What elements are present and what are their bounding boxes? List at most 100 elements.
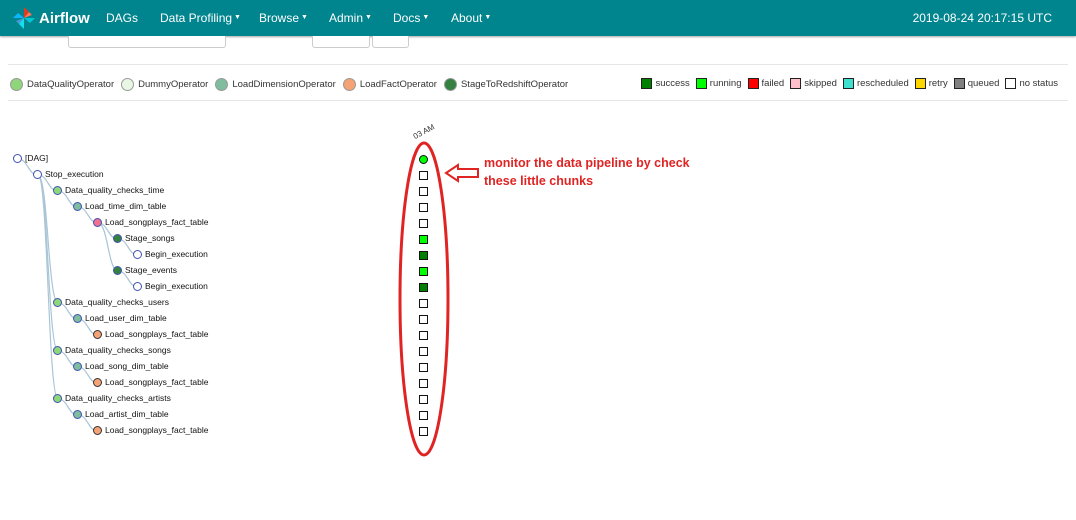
- task-node-label: Load_songplays_fact_table: [105, 217, 209, 227]
- task-node-circle[interactable]: [133, 281, 142, 291]
- task-node-label: Data_quality_checks_time: [65, 185, 165, 195]
- tree-node[interactable]: Stage_events: [113, 265, 177, 275]
- task-node-label: Data_quality_checks_songs: [65, 345, 171, 355]
- task-node-circle[interactable]: [93, 217, 102, 227]
- task-node-label: Load_user_dim_table: [85, 313, 167, 323]
- tree-node[interactable]: Load_songplays_fact_table: [93, 217, 209, 227]
- task-node-circle[interactable]: [53, 297, 62, 307]
- tree-node[interactable]: Data_quality_checks_songs: [53, 345, 171, 355]
- status-legend-label: success: [655, 78, 690, 89]
- task-instance-cell[interactable]: [419, 427, 428, 436]
- task-instance-cell[interactable]: [419, 363, 428, 372]
- task-instance-cell[interactable]: [419, 395, 428, 404]
- task-node-circle[interactable]: [13, 153, 22, 163]
- task-instance-cell[interactable]: [419, 187, 428, 196]
- task-node-label: Data_quality_checks_artists: [65, 393, 171, 403]
- task-node-circle[interactable]: [113, 233, 122, 243]
- status-legend: success running failed skipped rescheduled re…: [635, 78, 1058, 89]
- run-date-label[interactable]: 03 AM: [412, 122, 436, 141]
- tree-node[interactable]: Load_songplays_fact_table: [93, 329, 209, 339]
- operator-legend-label: StageToRedshiftOperator: [460, 79, 569, 90]
- task-node-label: Load_time_dim_table: [85, 201, 167, 211]
- task-instance-cell[interactable]: [419, 267, 428, 276]
- task-node-label: Stop_execution: [45, 169, 104, 179]
- task-node-circle[interactable]: [113, 265, 122, 275]
- task-instance-cell[interactable]: [419, 251, 428, 260]
- task-node-label: Load_songplays_fact_table: [105, 377, 209, 387]
- task-node-label: Stage_events: [125, 265, 177, 275]
- task-instance-cell[interactable]: [419, 219, 428, 228]
- tree-links: [17, 158, 139, 432]
- tree-node[interactable]: Begin_execution: [133, 249, 208, 259]
- utc-clock: 2019-08-24 20:17:15 UTC: [912, 11, 1052, 25]
- tree-node[interactable]: Load_user_dim_table: [73, 313, 167, 323]
- task-node-circle[interactable]: [73, 361, 82, 371]
- task-node-circle[interactable]: [73, 409, 82, 419]
- task-instance-cell[interactable]: [419, 235, 428, 244]
- task-node-circle[interactable]: [73, 201, 82, 211]
- nav-item-about[interactable]: About ▼: [451, 0, 491, 36]
- tree-node[interactable]: Load_song_dim_table: [73, 361, 169, 371]
- task-node-label: [DAG]: [25, 153, 49, 163]
- tree-node[interactable]: Data_quality_checks_artists: [53, 393, 171, 403]
- status-legend-item: queued: [953, 78, 1000, 89]
- operator-legend-item: StageToRedshiftOperator: [443, 78, 569, 91]
- tree-node[interactable]: Stage_songs: [113, 233, 175, 243]
- tree-node[interactable]: Load_songplays_fact_table: [93, 425, 209, 435]
- tree-node[interactable]: [DAG]: [13, 153, 48, 163]
- status-legend-label: no status: [1019, 78, 1058, 89]
- status-legend-label: failed: [761, 78, 785, 89]
- status-color-square: [1005, 78, 1017, 89]
- task-tree: [DAG] Stop_execution Data_quality_checks_t…: [0, 0, 400, 520]
- task-node-circle[interactable]: [53, 345, 62, 355]
- task-node-circle[interactable]: [93, 329, 102, 339]
- task-instance-cell[interactable]: [419, 347, 428, 356]
- status-color-square: [790, 78, 802, 89]
- task-instance-cell[interactable]: [419, 299, 428, 308]
- status-legend-item: no status: [1005, 78, 1058, 89]
- task-node-label: Stage_songs: [125, 233, 175, 243]
- caret-down-icon: ▼: [484, 13, 492, 21]
- task-node-circle[interactable]: [33, 169, 42, 179]
- tree-node[interactable]: Stop_execution: [33, 169, 104, 179]
- task-node-label: Load_songplays_fact_table: [105, 425, 209, 435]
- status-color-square: [914, 78, 926, 89]
- status-legend-label: running: [709, 78, 742, 89]
- arrow-left-icon: [444, 163, 479, 183]
- task-node-circle[interactable]: [53, 393, 62, 403]
- tree-node[interactable]: Load_artist_dim_table: [73, 409, 169, 419]
- annotation-line-2: these little chunks: [484, 174, 594, 188]
- annotation-text: monitor the data pipeline by check these…: [484, 154, 690, 190]
- task-instance-cell[interactable]: [419, 315, 428, 324]
- tree-node[interactable]: Begin_execution: [133, 281, 208, 291]
- task-instance-cell[interactable]: [419, 379, 428, 388]
- task-node-circle[interactable]: [53, 185, 62, 195]
- task-instance-cell[interactable]: [419, 331, 428, 340]
- task-instance-cell[interactable]: [419, 155, 428, 164]
- status-legend-item: rescheduled: [842, 78, 909, 89]
- tree-node[interactable]: Data_quality_checks_time: [53, 185, 164, 195]
- task-node-circle[interactable]: [93, 377, 102, 387]
- status-color-square: [695, 78, 707, 89]
- tree-node[interactable]: Data_quality_checks_users: [53, 297, 169, 307]
- task-instance-cell[interactable]: [419, 411, 428, 420]
- task-instance-cell[interactable]: [419, 203, 428, 212]
- tree-node[interactable]: Load_songplays_fact_table: [93, 377, 209, 387]
- caret-down-icon: ▼: [422, 13, 430, 21]
- nav-item-label: About: [451, 11, 483, 25]
- status-color-square: [747, 78, 759, 89]
- status-legend-item: skipped: [790, 78, 837, 89]
- tree-node[interactable]: Load_time_dim_table: [73, 201, 166, 211]
- status-legend-label: rescheduled: [856, 78, 909, 89]
- status-legend-label: queued: [967, 78, 1000, 89]
- task-node-circle[interactable]: [133, 249, 142, 259]
- status-color-square: [953, 78, 965, 89]
- task-node-circle[interactable]: [93, 425, 102, 435]
- task-instance-cell[interactable]: [419, 171, 428, 180]
- task-node-label: Begin_execution: [145, 281, 208, 291]
- task-node-label: Data_quality_checks_users: [65, 297, 169, 307]
- task-node-circle[interactable]: [73, 313, 82, 323]
- task-instance-cell[interactable]: [419, 283, 428, 292]
- status-legend-label: retry: [928, 78, 948, 89]
- annotation-line-1: monitor the data pipeline by check: [484, 156, 690, 170]
